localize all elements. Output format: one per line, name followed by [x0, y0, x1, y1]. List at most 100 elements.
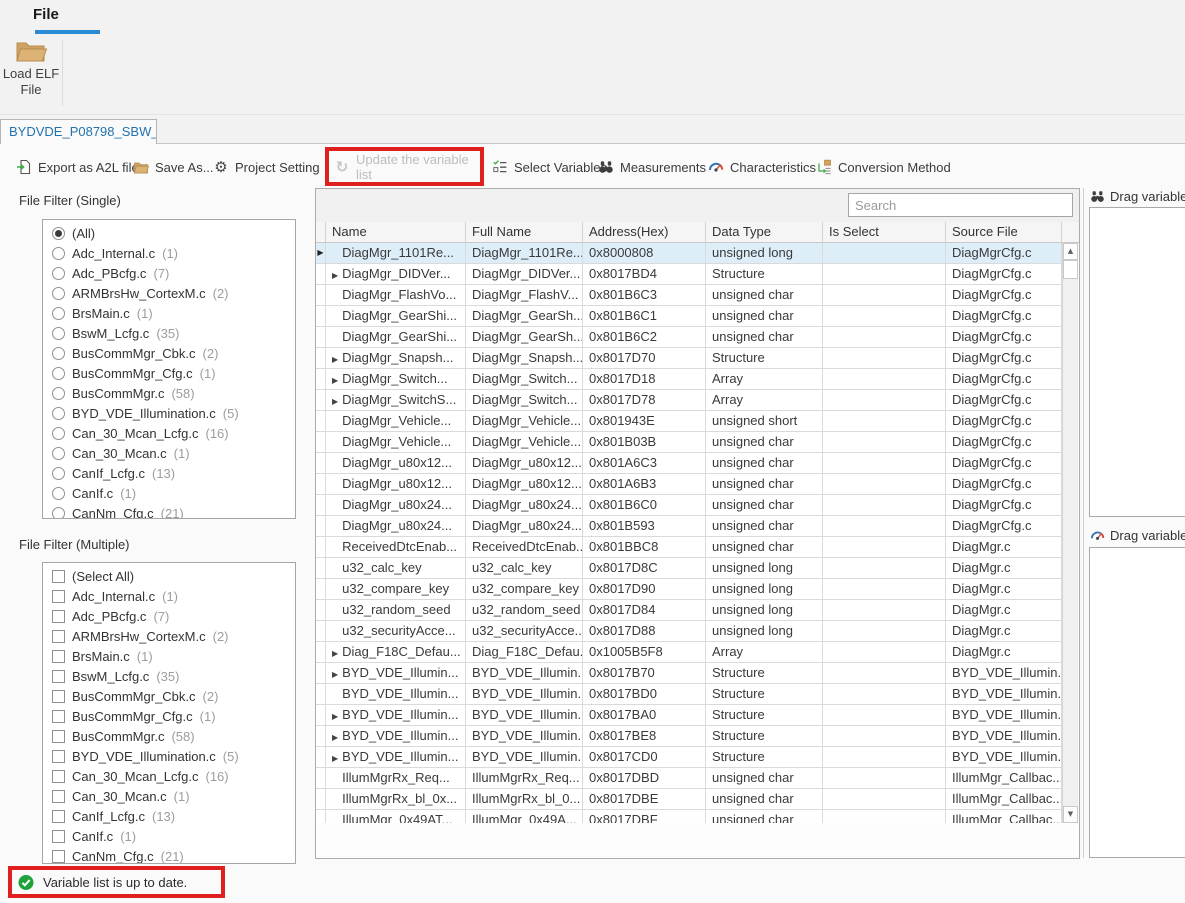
row-header-cell[interactable]: ▶ [316, 558, 326, 579]
cell-address[interactable]: 0x8017D90 [583, 579, 706, 600]
cell-sourcefile[interactable]: DiagMgrCfg.c [946, 453, 1062, 474]
table-row[interactable]: ▶ ▶DiagMgr_u80x24... DiagMgr_u80x24... 0… [316, 516, 1062, 537]
checkbox-icon[interactable] [52, 650, 65, 663]
cell-name[interactable]: ▶ReceivedDtcEnab... [326, 537, 466, 558]
row-header-cell[interactable]: ▶ [316, 369, 326, 390]
cell-fullname[interactable]: u32_securityAcce... [466, 621, 583, 642]
cell-fullname[interactable]: DiagMgr_u80x24... [466, 516, 583, 537]
cell-sourcefile[interactable]: DiagMgrCfg.c [946, 516, 1062, 537]
checkbox-icon[interactable] [52, 570, 65, 583]
row-header-cell[interactable]: ▶ [316, 705, 326, 726]
row-header-cell[interactable]: ▶ [316, 474, 326, 495]
grid-header-address[interactable]: Address(Hex) [583, 222, 706, 242]
filter-single-option[interactable]: Adc_PBcfg.c (7) [43, 263, 295, 283]
row-header-cell[interactable]: ▶ [316, 768, 326, 789]
cell-address[interactable]: 0x8017DBD [583, 768, 706, 789]
cell-name[interactable]: ▶DiagMgr_u80x24... [326, 495, 466, 516]
row-header-cell[interactable]: ▶ [316, 537, 326, 558]
checkbox-icon[interactable] [52, 690, 65, 703]
filter-multiple-option[interactable]: Adc_Internal.c (1) [43, 586, 295, 606]
cell-fullname[interactable]: BYD_VDE_Illumin... [466, 663, 583, 684]
row-header-cell[interactable]: ▶ [316, 621, 326, 642]
cell-sourcefile[interactable]: DiagMgrCfg.c [946, 411, 1062, 432]
expand-arrow-icon[interactable]: ▶ [332, 355, 338, 364]
filter-single-option[interactable]: ARMBrsHw_CortexM.c (2) [43, 283, 295, 303]
expand-arrow-icon[interactable]: ▶ [332, 397, 338, 406]
row-header-cell[interactable]: ▶ [316, 495, 326, 516]
cell-sourcefile[interactable]: DiagMgr.c [946, 642, 1062, 663]
table-row[interactable]: ▶ ▶DiagMgr_u80x24... DiagMgr_u80x24... 0… [316, 495, 1062, 516]
cell-datatype[interactable]: unsigned char [706, 474, 823, 495]
table-row[interactable]: ▶ ▶DiagMgr_FlashVo... DiagMgr_FlashV... … [316, 285, 1062, 306]
cell-name[interactable]: ▶u32_calc_key [326, 558, 466, 579]
table-row[interactable]: ▶ ▶BYD_VDE_Illumin... BYD_VDE_Illumin...… [316, 684, 1062, 705]
cell-isselect[interactable] [823, 348, 946, 369]
row-header-cell[interactable]: ▶ [316, 747, 326, 768]
row-header-cell[interactable]: ▶ [316, 327, 326, 348]
cell-fullname[interactable]: DiagMgr_u80x24... [466, 495, 583, 516]
cell-sourcefile[interactable]: IllumMgr_Callbac... [946, 789, 1062, 810]
grid-header-isselect[interactable]: Is Select [823, 222, 946, 242]
cell-fullname[interactable]: DiagMgr_Snapsh... [466, 348, 583, 369]
filter-single-option[interactable]: CanIf_Lcfg.c (13) [43, 463, 295, 483]
filter-multiple-option[interactable]: (Select All) [43, 566, 295, 586]
cell-fullname[interactable]: BYD_VDE_Illumin... [466, 684, 583, 705]
cell-datatype[interactable]: unsigned short [706, 411, 823, 432]
table-row[interactable]: ▶ ▶DiagMgr_Vehicle... DiagMgr_Vehicle...… [316, 432, 1062, 453]
cell-fullname[interactable]: DiagMgr_Vehicle... [466, 432, 583, 453]
row-header-cell[interactable]: ▶ [316, 432, 326, 453]
table-row[interactable]: ▶ ▶BYD_VDE_Illumin... BYD_VDE_Illumin...… [316, 705, 1062, 726]
cell-isselect[interactable] [823, 642, 946, 663]
cell-address[interactable]: 0x8017B70 [583, 663, 706, 684]
expand-arrow-icon[interactable]: ▶ [332, 649, 338, 658]
cell-isselect[interactable] [823, 495, 946, 516]
cell-sourcefile[interactable]: DiagMgr.c [946, 537, 1062, 558]
cell-isselect[interactable] [823, 474, 946, 495]
cell-datatype[interactable]: Structure [706, 348, 823, 369]
radio-icon[interactable] [52, 347, 65, 360]
cell-fullname[interactable]: DiagMgr_1101Re... [466, 243, 583, 264]
table-row[interactable]: ▶ ▶DiagMgr_GearShi... DiagMgr_GearSh... … [316, 306, 1062, 327]
cell-name[interactable]: ▶DiagMgr_Vehicle... [326, 411, 466, 432]
drag-variable-measurements-dropzone[interactable] [1089, 207, 1185, 517]
cell-fullname[interactable]: u32_random_seed [466, 600, 583, 621]
cell-name[interactable]: ▶DiagMgr_Switch... [326, 369, 466, 390]
cell-name[interactable]: ▶IllumMgrRx_Req... [326, 768, 466, 789]
filter-multiple-option[interactable]: CanIf.c (1) [43, 826, 295, 846]
cell-sourcefile[interactable]: BYD_VDE_Illumin... [946, 663, 1062, 684]
cell-isselect[interactable] [823, 327, 946, 348]
cell-datatype[interactable]: unsigned long [706, 558, 823, 579]
cell-address[interactable]: 0x801B593 [583, 516, 706, 537]
checkbox-icon[interactable] [52, 630, 65, 643]
row-header-cell[interactable]: ▶ [316, 306, 326, 327]
cell-datatype[interactable]: Structure [706, 705, 823, 726]
cell-datatype[interactable]: unsigned char [706, 516, 823, 537]
cell-name[interactable]: ▶BYD_VDE_Illumin... [326, 663, 466, 684]
cell-sourcefile[interactable]: DiagMgrCfg.c [946, 264, 1062, 285]
cell-fullname[interactable]: BYD_VDE_Illumin... [466, 747, 583, 768]
cell-datatype[interactable]: unsigned char [706, 537, 823, 558]
filter-single-option[interactable]: (All) [43, 223, 295, 243]
table-row[interactable]: ▶ ▶DiagMgr_Snapsh... DiagMgr_Snapsh... 0… [316, 348, 1062, 369]
radio-icon[interactable] [52, 267, 65, 280]
cell-address[interactable]: 0x8017BA0 [583, 705, 706, 726]
table-row[interactable]: ▶ ▶u32_securityAcce... u32_securityAcce.… [316, 621, 1062, 642]
cell-address[interactable]: 0x8017BD0 [583, 684, 706, 705]
grid-vertical-scrollbar[interactable]: ▲ ▼ [1062, 243, 1078, 823]
scrollbar-down-arrow-icon[interactable]: ▼ [1063, 806, 1078, 823]
file-menu[interactable]: File [33, 6, 59, 23]
table-row[interactable]: ▶ ▶IllumMgr_0x49AT... IllumMgr_0x49A... … [316, 810, 1062, 823]
table-row[interactable]: ▶ ▶u32_calc_key u32_calc_key 0x8017D8C u… [316, 558, 1062, 579]
cell-address[interactable]: 0x8017D18 [583, 369, 706, 390]
filter-single-option[interactable]: BusCommMgr.c (58) [43, 383, 295, 403]
cell-fullname[interactable]: IllumMgrRx_bl_0... [466, 789, 583, 810]
scrollbar-up-arrow-icon[interactable]: ▲ [1063, 243, 1078, 260]
expand-arrow-icon[interactable]: ▶ [332, 754, 338, 763]
filter-single-option[interactable]: Can_30_Mcan_Lcfg.c (16) [43, 423, 295, 443]
table-row[interactable]: ▶ ▶BYD_VDE_Illumin... BYD_VDE_Illumin...… [316, 747, 1062, 768]
radio-icon[interactable] [52, 247, 65, 260]
cell-isselect[interactable] [823, 369, 946, 390]
cell-isselect[interactable] [823, 621, 946, 642]
cell-isselect[interactable] [823, 432, 946, 453]
cell-fullname[interactable]: ReceivedDtcEnab... [466, 537, 583, 558]
